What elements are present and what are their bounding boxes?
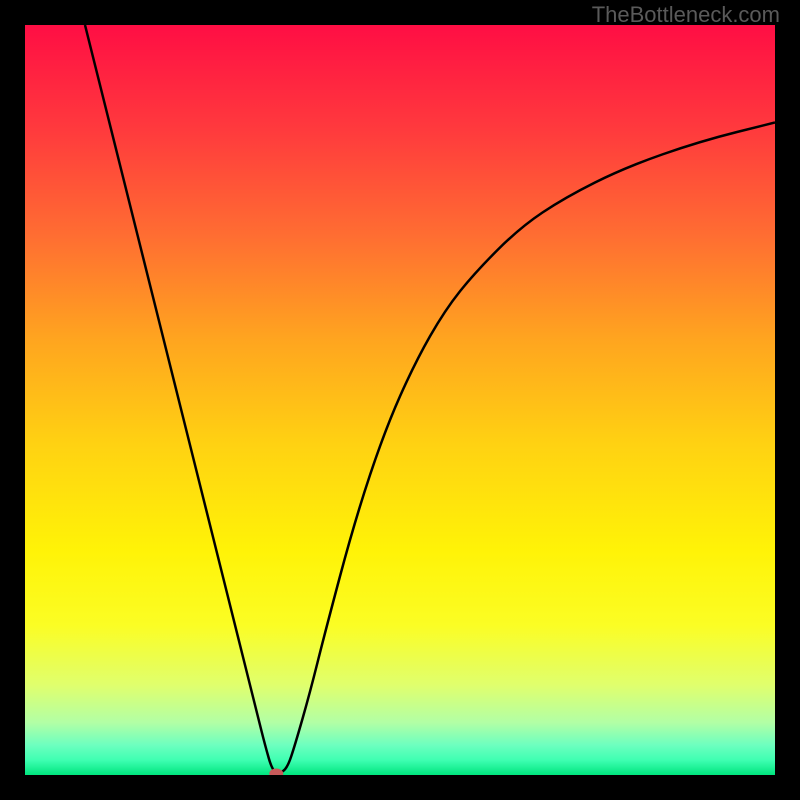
gradient-rect [25,25,775,775]
watermark-text: TheBottleneck.com [592,2,780,28]
chart-svg [25,25,775,775]
plot-area [25,25,775,775]
chart-container: TheBottleneck.com [0,0,800,800]
